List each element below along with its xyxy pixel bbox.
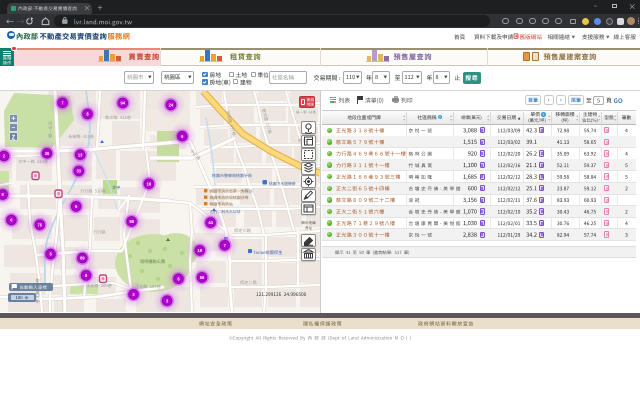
svg-text:13: 13 [78, 152, 83, 157]
svg-text:94: 94 [121, 101, 126, 106]
svg-text:44: 44 [208, 220, 213, 225]
svg-text:89: 89 [80, 256, 85, 261]
svg-text:98: 98 [129, 219, 134, 224]
svg-text:36: 36 [45, 151, 50, 156]
svg-text:75: 75 [38, 222, 43, 227]
svg-text:33: 33 [77, 169, 82, 174]
svg-text:24: 24 [169, 103, 174, 108]
svg-text:56: 56 [200, 275, 205, 280]
svg-text:16: 16 [147, 181, 152, 186]
svg-text:19: 19 [198, 248, 203, 253]
